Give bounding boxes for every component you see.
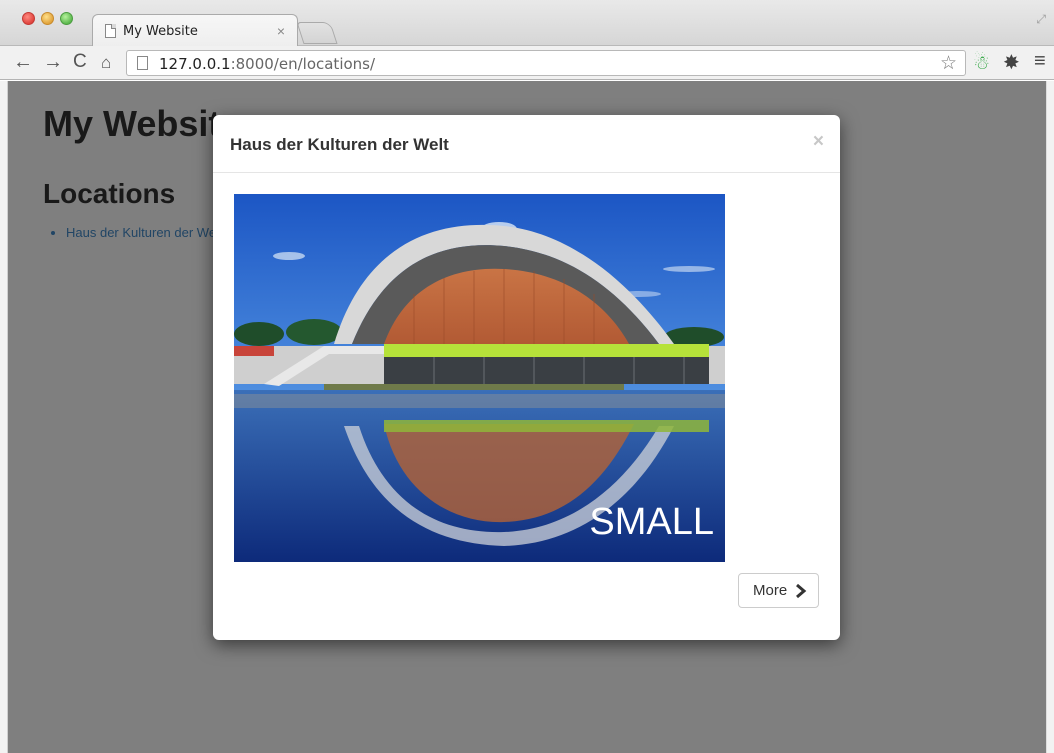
- modal-title: Haus der Kulturen der Welt: [230, 135, 449, 154]
- address-bar[interactable]: 127.0.0.1:8000/en/locations/ ☆: [126, 50, 966, 76]
- restore-icon[interactable]: ⤢: [1036, 12, 1046, 27]
- building-photo-illustration: SMALL: [234, 194, 725, 562]
- page-icon: [105, 24, 116, 38]
- reload-icon[interactable]: C: [73, 51, 87, 73]
- page-icon: [137, 56, 148, 70]
- browser-window: My Website × ⤢ ← → C ⌂ 127.0.0.1:8000/en…: [0, 0, 1054, 753]
- extension-icon[interactable]: ☃: [973, 52, 990, 75]
- url-path: :8000/en/locations/: [230, 55, 376, 73]
- forward-arrow-icon[interactable]: →: [43, 51, 63, 73]
- scrollbar-track[interactable]: [1046, 81, 1054, 753]
- url-host: 127.0.0.1: [159, 55, 231, 73]
- home-icon[interactable]: ⌂: [101, 52, 111, 74]
- back-arrow-icon[interactable]: ←: [13, 51, 33, 73]
- browser-toolbar: ← → C ⌂ 127.0.0.1:8000/en/locations/ ☆: [0, 46, 1054, 80]
- more-button-label: More: [753, 582, 788, 599]
- photo-size-label: SMALL: [589, 501, 714, 543]
- minimize-window-button[interactable]: [41, 12, 54, 25]
- more-button[interactable]: More: [738, 573, 819, 608]
- close-window-button[interactable]: [22, 12, 35, 25]
- window-edge: [0, 81, 8, 753]
- zoom-window-button[interactable]: [60, 12, 73, 25]
- location-photo: SMALL: [234, 194, 725, 562]
- tab-title: My Website: [123, 24, 198, 39]
- chevron-right-icon: [796, 583, 807, 599]
- bookmark-star-icon[interactable]: ☆: [940, 52, 957, 75]
- location-modal: Haus der Kulturen der Welt × SMALL More: [213, 115, 840, 640]
- settings-gear-icon[interactable]: ✸: [1003, 50, 1020, 75]
- close-icon[interactable]: ×: [813, 131, 824, 153]
- modal-header: Haus der Kulturen der Welt ×: [213, 115, 840, 173]
- title-bar: My Website × ⤢: [0, 0, 1054, 47]
- new-tab-button[interactable]: [296, 22, 338, 44]
- tab-close-icon[interactable]: ×: [277, 23, 285, 39]
- url-text[interactable]: 127.0.0.1:8000/en/locations/: [159, 55, 375, 73]
- browser-tab[interactable]: My Website ×: [92, 14, 298, 47]
- menu-icon[interactable]: ≡: [1034, 50, 1046, 73]
